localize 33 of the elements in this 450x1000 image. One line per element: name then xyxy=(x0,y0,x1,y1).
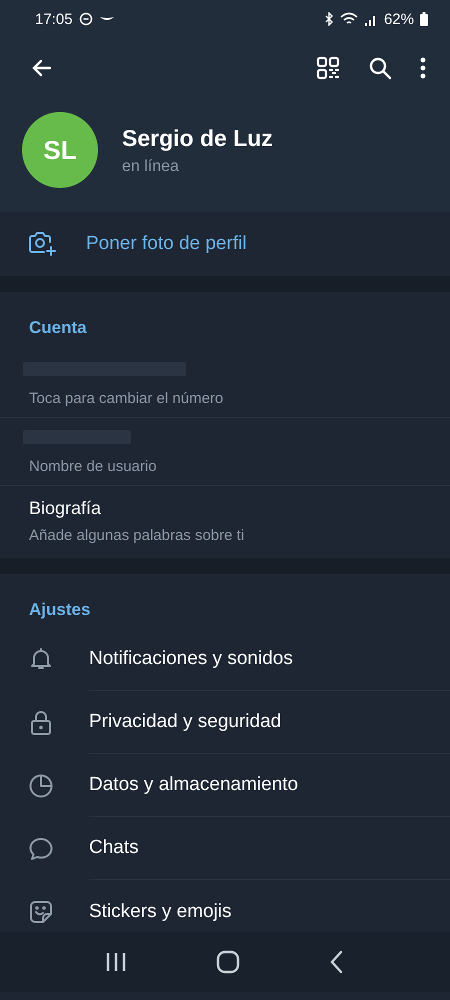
row-subtitle: Toca para cambiar el número xyxy=(29,390,224,407)
camera-add-icon xyxy=(28,231,56,257)
pie-chart-icon xyxy=(28,772,54,798)
account-row[interactable]: Nombre de usuario xyxy=(0,418,450,486)
settings-item[interactable]: Stickers y emojis xyxy=(0,880,450,932)
do-not-disturb-icon xyxy=(78,12,93,26)
section-title: Cuenta xyxy=(29,318,87,338)
search-icon xyxy=(368,56,392,80)
settings-item[interactable]: Notificaciones y sonidos xyxy=(0,628,450,691)
row-title: Biografía xyxy=(29,498,102,519)
settings-item[interactable]: Datos y almacenamiento xyxy=(0,754,450,817)
status-time: 17:05 xyxy=(35,10,73,28)
online-status: en línea xyxy=(122,158,179,176)
sticker-icon xyxy=(28,898,54,924)
more-icon xyxy=(420,57,426,79)
settings-item[interactable]: Chats xyxy=(0,817,450,880)
row-subtitle: Nombre de usuario xyxy=(29,458,157,475)
lock-icon xyxy=(28,710,54,736)
home-icon xyxy=(216,950,240,974)
battery-percent: 62% xyxy=(384,10,414,28)
recent-apps-icon xyxy=(104,952,127,972)
qr-code-icon xyxy=(316,56,340,80)
battery-icon xyxy=(420,12,428,26)
wifi-icon xyxy=(340,12,358,26)
account-row[interactable]: Toca para cambiar el número xyxy=(0,350,450,418)
notification-icon xyxy=(98,15,115,23)
section-title: Ajustes xyxy=(29,600,90,620)
settings-item[interactable]: Privacidad y seguridad xyxy=(0,691,450,754)
bluetooth-icon xyxy=(324,12,334,26)
chat-bubble-icon xyxy=(28,836,54,862)
profile-name: Sergio de Luz xyxy=(122,124,273,152)
row-subtitle: Añade algunas palabras sobre ti xyxy=(29,527,244,544)
account-row[interactable]: Biografía Añade algunas palabras sobre ti xyxy=(0,486,450,554)
